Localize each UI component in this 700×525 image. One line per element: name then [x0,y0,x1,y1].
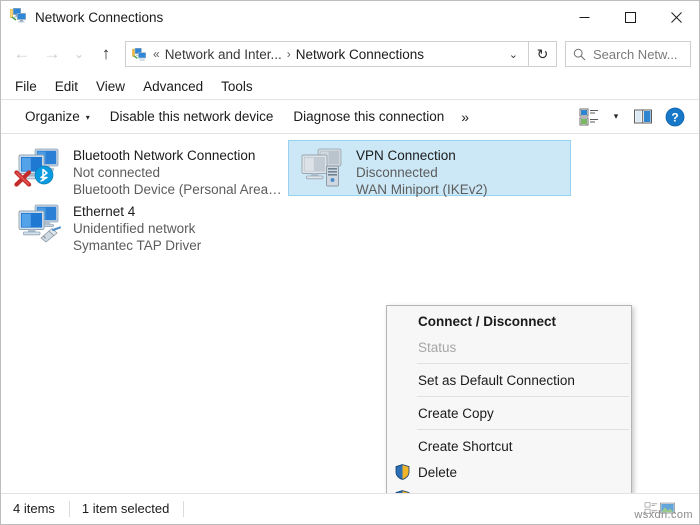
selection-status: 1 item selected [82,501,185,517]
window-title: Network Connections [35,10,164,25]
context-menu-label: Create Shortcut [418,438,513,454]
svg-text:?: ? [671,110,678,124]
menu-advanced[interactable]: Advanced [135,76,211,97]
connection-name: Ethernet 4 [73,204,136,219]
context-menu-separator [417,429,629,430]
recent-locations-chevron-down-icon[interactable]: ⌄ [67,39,91,69]
address-bar-chevron-down-icon[interactable]: ⌄ [503,48,524,61]
change-view-icon[interactable] [575,103,603,130]
back-arrow-icon[interactable]: ← [7,39,37,69]
breadcrumb-current[interactable]: Network Connections [294,47,426,62]
no-icon [393,371,411,389]
status-bar: 4 items 1 item selected wsxdn.com [1,493,699,524]
organize-chevron-down-icon: ▾ [85,113,90,122]
no-icon [393,437,411,455]
network-connections-window: Network Connections ← → ⌄ ↑ « Network an… [0,0,700,525]
breadcrumb-separator-icon: › [286,47,291,61]
connection-status: Unidentified network [73,221,196,236]
watermark-view-icons [644,502,675,515]
command-bar-right: ▾ ? [575,103,689,130]
close-button[interactable] [653,1,699,34]
title-bar-left: Network Connections [1,7,164,28]
context-menu-separator [417,363,629,364]
vpn-badge [324,164,341,193]
address-bar[interactable]: « Network and Inter... › Network Connect… [125,41,529,67]
connection-device: WAN Miniport (IKEv2) [356,182,488,197]
title-bar: Network Connections [1,1,699,34]
uac-shield-icon [393,489,411,493]
preview-pane-icon[interactable] [629,103,657,130]
bluetooth-badge [34,165,54,190]
context-menu-label: Set as Default Connection [418,372,575,388]
context-menu-label: Create Copy [418,405,494,421]
context-menu-item-delete[interactable]: Delete [387,459,631,485]
address-bar-folder-icon [132,47,147,61]
list-item[interactable]: Ethernet 4 Unidentified network Symantec… [5,196,288,254]
window-controls [561,1,699,34]
list-item-text: Bluetooth Network Connection Not connect… [73,146,283,198]
forward-arrow-icon[interactable]: → [37,39,67,69]
navigation-bar: ← → ⌄ ↑ « Network and Inter... › Network… [1,34,699,74]
item-count-status: 4 items [13,501,70,517]
context-menu-label: Delete [418,464,458,480]
context-menu: Connect / Disconnect Status Set as Defau… [386,305,632,493]
context-menu-item-create-copy[interactable]: Create Copy [387,400,631,426]
refresh-button[interactable]: ↻ [529,41,557,67]
command-bar: Organize ▾ Disable this network device D… [1,99,699,134]
context-menu-item-connect-disconnect[interactable]: Connect / Disconnect [387,308,631,334]
context-menu-item-status: Status [387,334,631,360]
connection-status: Not connected [73,165,161,180]
context-menu-label: Status [418,339,457,355]
watermark: wsxdn.com [634,502,693,521]
network-connections-icon [10,7,27,28]
no-icon [393,338,411,356]
organize-label: Organize [25,109,80,124]
menu-file[interactable]: File [7,76,45,97]
search-placeholder: Search Netw... [593,46,678,62]
list-item[interactable]: VPN Connection Disconnected WAN Miniport… [288,140,571,198]
no-icon [393,312,411,330]
menu-tools[interactable]: Tools [213,76,261,97]
list-item[interactable]: Bluetooth Network Connection Not connect… [5,140,288,198]
list-item-text: Ethernet 4 Unidentified network Symantec… [73,202,201,254]
help-icon[interactable]: ? [661,103,689,130]
connection-name: VPN Connection [356,148,456,163]
command-overflow-button[interactable]: » [454,105,476,129]
connection-device: Symantec TAP Driver [73,238,202,253]
breadcrumb-overflow[interactable]: « [150,47,163,61]
menu-bar: File Edit View Advanced Tools [1,74,699,99]
error-x-icon [13,168,33,193]
search-icon [573,48,586,61]
connections-content-area: Bluetooth Network Connection Not connect… [1,134,699,493]
no-icon [393,404,411,422]
menu-view[interactable]: View [88,76,133,97]
connections-list: Bluetooth Network Connection Not connect… [1,134,699,258]
list-item-text: VPN Connection Disconnected WAN Miniport… [356,146,488,198]
disable-network-device-button[interactable]: Disable this network device [100,105,284,128]
up-arrow-icon[interactable]: ↑ [91,39,121,69]
breadcrumb-parent[interactable]: Network and Inter... [163,47,284,62]
context-menu-label: Connect / Disconnect [418,313,557,329]
context-menu-item-rename[interactable]: Rename [387,485,631,493]
maximize-button[interactable] [607,1,653,34]
ethernet-cable-badge [38,226,62,249]
context-menu-item-create-shortcut[interactable]: Create Shortcut [387,433,631,459]
uac-shield-icon [393,463,411,481]
connection-status: Disconnected [356,165,438,180]
menu-edit[interactable]: Edit [47,76,86,97]
context-menu-separator [417,396,629,397]
search-input[interactable]: Search Netw... [565,41,691,67]
connection-name: Bluetooth Network Connection [73,148,256,163]
minimize-button[interactable] [561,1,607,34]
diagnose-connection-button[interactable]: Diagnose this connection [283,105,454,128]
context-menu-item-set-as-default-connection[interactable]: Set as Default Connection [387,367,631,393]
change-view-chevron-down-icon[interactable]: ▾ [607,103,625,130]
context-menu-label: Rename [418,491,469,494]
organize-button[interactable]: Organize ▾ [15,105,100,128]
